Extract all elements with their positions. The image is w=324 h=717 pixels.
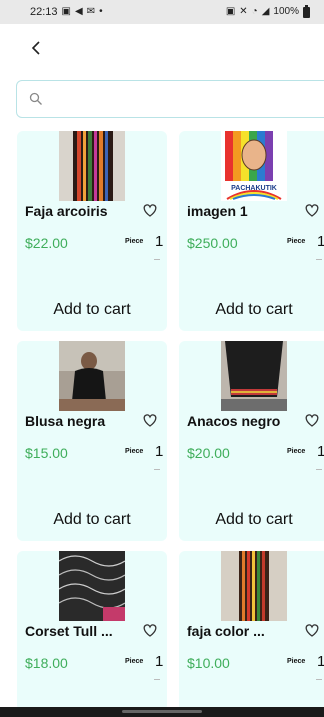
product-name: faja color ... xyxy=(187,623,265,639)
heart-icon[interactable] xyxy=(303,621,321,639)
quantity-value[interactable]: 1 xyxy=(155,653,163,670)
product-name: imagen 1 xyxy=(187,203,248,219)
quantity-underline xyxy=(316,259,322,260)
quantity-value[interactable]: 1 xyxy=(155,233,163,250)
mute-icon: ✕ xyxy=(239,6,248,17)
quantity-underline xyxy=(316,469,322,470)
battery-label: 100% xyxy=(273,6,299,17)
quantity-underline xyxy=(154,259,160,260)
product-card[interactable]: faja color ... $10.00 Piece 1 xyxy=(179,551,324,711)
heart-icon[interactable] xyxy=(303,201,321,219)
unit-label: Piece xyxy=(287,658,306,665)
quantity-value[interactable]: 1 xyxy=(317,233,324,250)
quantity-value[interactable]: 1 xyxy=(317,653,324,670)
chevron-left-icon xyxy=(31,41,40,55)
telegram-icon: ◀ xyxy=(74,6,83,17)
product-price: $20.00 xyxy=(187,445,230,461)
heart-icon[interactable] xyxy=(141,621,159,639)
home-gesture-handle[interactable] xyxy=(122,710,202,713)
heart-icon[interactable] xyxy=(141,411,159,429)
product-card[interactable]: Corset Tull ... $18.00 Piece 1 xyxy=(17,551,167,711)
product-image xyxy=(59,551,125,621)
gmail-icon: ✉ xyxy=(86,6,96,17)
unit-label: Piece xyxy=(125,658,144,665)
dot-icon: • xyxy=(99,6,103,17)
system-nav-bar xyxy=(0,707,324,717)
product-card[interactable]: PACHAKUTIK imagen 1 $250.00 Piece 1 Add … xyxy=(179,131,324,331)
quantity-value[interactable]: 1 xyxy=(155,443,163,460)
signal-icon: ◢ xyxy=(261,6,270,17)
back-button[interactable] xyxy=(22,34,50,62)
status-time: 22:13 xyxy=(30,6,58,18)
heart-icon[interactable] xyxy=(303,411,321,429)
product-price: $18.00 xyxy=(25,655,68,671)
product-price: $10.00 xyxy=(187,655,230,671)
product-image xyxy=(221,551,287,621)
product-card[interactable]: Blusa negra $15.00 Piece 1 Add to cart xyxy=(17,341,167,541)
search-icon xyxy=(29,92,42,105)
quantity-underline xyxy=(154,679,160,680)
search-input[interactable] xyxy=(51,91,311,107)
add-to-cart-button[interactable]: Add to cart xyxy=(17,301,167,319)
product-card[interactable]: Faja arcoiris $22.00 Piece 1 Add to cart xyxy=(17,131,167,331)
add-to-cart-button[interactable]: Add to cart xyxy=(17,511,167,529)
wifi-icon: ◔ xyxy=(251,6,258,17)
add-to-cart-button[interactable]: Add to cart xyxy=(179,301,324,319)
unit-label: Piece xyxy=(287,448,306,455)
product-image xyxy=(59,131,125,201)
battery-icon xyxy=(303,4,310,18)
product-price: $250.00 xyxy=(187,235,238,251)
product-name: Anacos negro xyxy=(187,413,281,429)
product-image xyxy=(59,341,125,411)
unit-label: Piece xyxy=(287,238,306,245)
quantity-underline xyxy=(154,469,160,470)
heart-icon[interactable] xyxy=(141,201,159,219)
add-to-cart-button[interactable]: Add to cart xyxy=(179,511,324,529)
search-box[interactable] xyxy=(16,80,324,118)
quantity-underline xyxy=(316,679,322,680)
product-name: Corset Tull ... xyxy=(25,623,113,639)
unit-label: Piece xyxy=(125,238,144,245)
product-price: $15.00 xyxy=(25,445,68,461)
status-left: 22:13 ▣ ◀ ✉ • xyxy=(30,6,103,18)
product-image: PACHAKUTIK xyxy=(221,131,287,201)
gallery-icon: ▣ xyxy=(61,6,71,17)
product-card[interactable]: Anacos negro $20.00 Piece 1 Add to cart xyxy=(179,341,324,541)
photo-icon: ▣ xyxy=(225,6,236,17)
status-right: ▣ ✕ ◔ ◢ 100% xyxy=(225,4,310,18)
product-price: $22.00 xyxy=(25,235,68,251)
status-bar: 22:13 ▣ ◀ ✉ • ▣ ✕ ◔ ◢ 100% xyxy=(0,0,324,24)
product-image xyxy=(221,341,287,411)
quantity-value[interactable]: 1 xyxy=(317,443,324,460)
unit-label: Piece xyxy=(125,448,144,455)
product-name: Blusa negra xyxy=(25,413,106,429)
product-name: Faja arcoiris xyxy=(25,203,108,219)
